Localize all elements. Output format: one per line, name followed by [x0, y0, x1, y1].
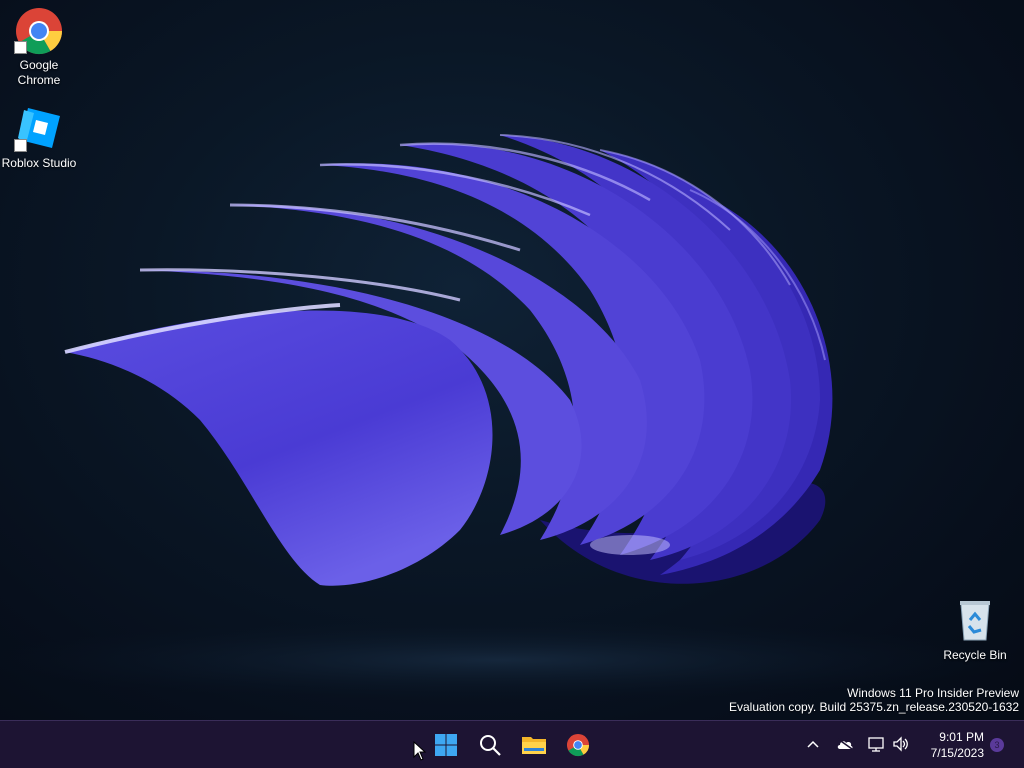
onedrive-icon [837, 738, 853, 750]
show-hidden-icons-button[interactable] [802, 733, 824, 755]
start-icon [435, 734, 457, 756]
desktop-icon-label: Roblox Studio [1, 156, 77, 170]
desktop[interactable]: Google Chrome Roblox Studio Recycle Bin … [0, 0, 1024, 720]
notification-badge[interactable]: 3 [990, 738, 1004, 752]
desktop-icon-label: Chrome [17, 73, 61, 87]
clock-time: 9:01 PM [939, 730, 984, 744]
watermark-line-2: Evaluation copy. Build 25375.zn_release.… [729, 700, 1019, 714]
mouse-cursor-icon [413, 741, 427, 761]
network-button[interactable] [866, 733, 888, 755]
file-explorer-icon [522, 737, 546, 754]
notification-count: 3 [994, 740, 1000, 750]
volume-button[interactable] [890, 733, 912, 755]
start-button[interactable] [426, 725, 466, 765]
watermark-line-1: Windows 11 Pro Insider Preview [847, 686, 1019, 700]
onedrive-button[interactable] [834, 733, 856, 755]
taskbar: 9:01 PM 7/15/2023 3 [0, 720, 1024, 768]
volume-icon [893, 736, 908, 752]
recycle-bin-icon [950, 596, 1000, 646]
chevron-up-icon [807, 740, 819, 748]
roblox-studio-icon [14, 104, 64, 154]
wallpaper-bloom [0, 134, 1020, 700]
network-icon [868, 737, 884, 752]
chrome-icon [14, 6, 64, 56]
chrome-taskbar-button[interactable] [558, 725, 598, 765]
evaluation-watermark: Windows 11 Pro Insider Preview Evaluatio… [729, 686, 1019, 714]
clock-date: 7/15/2023 [930, 746, 984, 760]
desktop-icon-recycle-bin[interactable]: Recycle Bin [936, 596, 1014, 663]
desktop-icon-google-chrome[interactable]: Google Chrome [0, 6, 78, 88]
search-button[interactable] [470, 725, 510, 765]
shortcut-arrow-icon [14, 41, 27, 54]
clock[interactable]: 9:01 PM 7/15/2023 [931, 729, 984, 761]
desktop-icon-label: Google [19, 58, 59, 72]
search-icon [480, 735, 501, 756]
desktop-icon-roblox-studio[interactable]: Roblox Studio [0, 104, 78, 171]
desktop-icon-label: Recycle Bin [943, 648, 1007, 662]
shortcut-arrow-icon [14, 139, 27, 152]
file-explorer-button[interactable] [514, 725, 554, 765]
chrome-icon [566, 733, 590, 757]
